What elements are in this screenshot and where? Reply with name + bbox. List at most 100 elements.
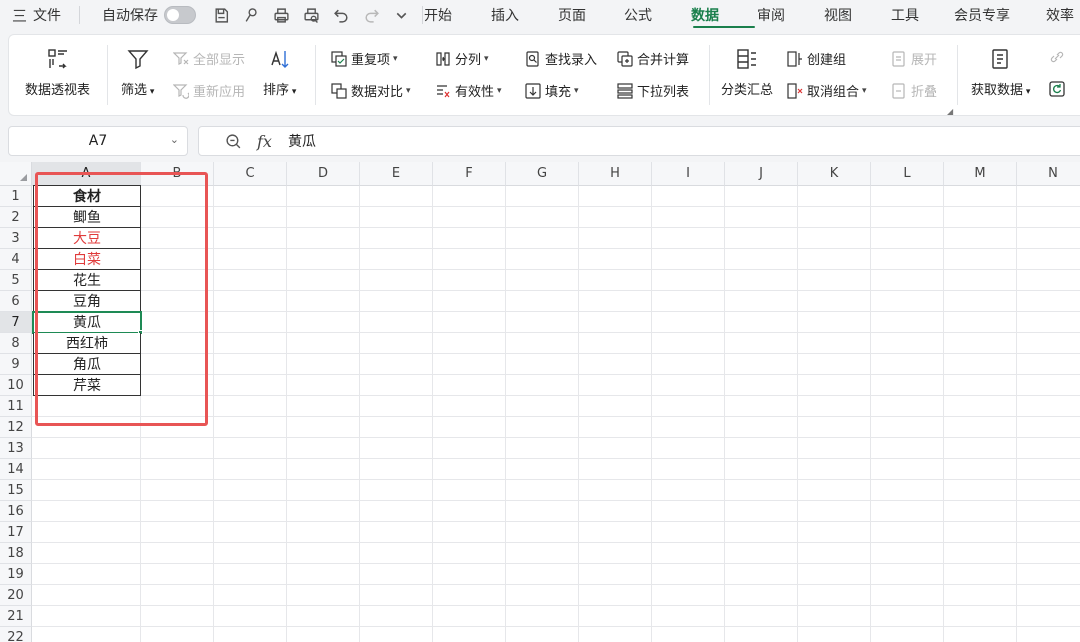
get-data-button[interactable]: 获取数据 ▾ [971, 47, 1030, 98]
tab-home[interactable]: 开始 [424, 0, 491, 30]
undo-icon[interactable] [328, 2, 354, 28]
collapse-button[interactable]: 折叠 [891, 81, 937, 100]
table-cell[interactable]: 大豆 [33, 228, 141, 249]
tab-page[interactable]: 页面 [558, 0, 624, 30]
formula-input[interactable]: fx 黄瓜 [198, 126, 1080, 156]
column-header[interactable]: I [652, 162, 725, 186]
column-header[interactable]: F [433, 162, 506, 186]
column-header-cell[interactable]: 食材 [33, 185, 141, 207]
column-header[interactable]: H [579, 162, 652, 186]
duplicates-button[interactable]: 重复项 ▾ [331, 49, 398, 68]
row-header[interactable]: 10 [0, 375, 32, 396]
column-header[interactable]: E [360, 162, 433, 186]
split-column-label: 分列 [455, 53, 482, 68]
link-button[interactable] [1049, 49, 1065, 65]
table-cell[interactable]: 白菜 [33, 249, 141, 270]
table-cell[interactable]: 豆角 [33, 291, 141, 312]
fill-button[interactable]: 填充 ▾ [525, 81, 579, 100]
row-header[interactable]: 2 [0, 207, 32, 228]
column-header[interactable]: L [871, 162, 944, 186]
create-group-button[interactable]: 创建组 [787, 49, 846, 68]
row-header[interactable]: 7 [0, 312, 32, 333]
row-header[interactable]: 9 [0, 354, 32, 375]
tab-member[interactable]: 会员专享 [954, 0, 1046, 30]
file-menu[interactable]: 三 文件 [0, 5, 71, 26]
row-header[interactable]: 3 [0, 228, 32, 249]
refresh-button[interactable] [1049, 81, 1065, 97]
row-header[interactable]: 20 [0, 585, 32, 606]
data-compare-button[interactable]: 数据对比 ▾ [331, 81, 411, 100]
format-painter-icon[interactable] [238, 2, 264, 28]
row-header[interactable]: 16 [0, 501, 32, 522]
row-header[interactable]: 11 [0, 396, 32, 417]
fx-icon[interactable]: fx [257, 132, 272, 151]
row-header[interactable]: 22 [0, 627, 32, 642]
sort-button[interactable]: 排序 ▾ [263, 47, 296, 98]
show-all-button[interactable]: 全部显示 [173, 49, 245, 68]
tab-tools[interactable]: 工具 [891, 0, 954, 30]
column-header[interactable]: N [1017, 162, 1080, 186]
zoom-icon[interactable] [223, 131, 243, 151]
column-header[interactable]: G [506, 162, 579, 186]
filter-button[interactable]: 筛选 ▾ [121, 47, 154, 98]
ungroup-icon [787, 82, 803, 99]
row-header[interactable]: 17 [0, 522, 32, 543]
row-header[interactable]: 5 [0, 270, 32, 291]
row-header[interactable]: 6 [0, 291, 32, 312]
print-icon[interactable] [268, 2, 294, 28]
row-header[interactable]: 13 [0, 438, 32, 459]
table-cell[interactable]: 花生 [33, 270, 141, 291]
tab-insert[interactable]: 插入 [491, 0, 558, 30]
table-cell[interactable]: 芹菜 [33, 375, 141, 396]
group-options-icon[interactable]: ◢ [947, 107, 953, 116]
column-header[interactable]: K [798, 162, 871, 186]
table-cell[interactable]: 黄瓜 [32, 311, 142, 334]
tab-data[interactable]: 数据 [691, 0, 757, 30]
expand-button[interactable]: 展开 [891, 49, 937, 68]
row-header[interactable]: 1 [0, 186, 32, 207]
dropdown-list-button[interactable]: 下拉列表 [617, 81, 689, 100]
select-all-corner[interactable] [0, 162, 32, 186]
tab-efficiency[interactable]: 效率 [1046, 0, 1080, 30]
column-header[interactable]: M [944, 162, 1017, 186]
spreadsheet-grid[interactable]: A B C D E F G H I J K L M N 1 2 3 4 5 6 7 8 9 10 11 12 13 14 15 16 17 1… [0, 162, 1080, 642]
file-menu-label: 文件 [33, 8, 62, 24]
validity-button[interactable]: 有效性 ▾ [435, 81, 502, 100]
name-box[interactable]: A7 ⌄ [8, 126, 188, 156]
column-header[interactable]: J [725, 162, 798, 186]
row-header[interactable]: 4 [0, 249, 32, 270]
row-header[interactable]: 18 [0, 543, 32, 564]
table-cell[interactable]: 西红柿 [33, 333, 141, 354]
pivot-table-button[interactable]: 数据透视表 [25, 47, 90, 98]
column-header[interactable]: A [32, 162, 141, 186]
tab-review[interactable]: 审阅 [757, 0, 824, 30]
chevron-down-icon[interactable]: ⌄ [170, 133, 179, 146]
row-header[interactable]: 14 [0, 459, 32, 480]
row-header[interactable]: 8 [0, 333, 32, 354]
column-header[interactable]: B [141, 162, 214, 186]
tab-formula[interactable]: 公式 [624, 0, 691, 30]
chevron-down-icon[interactable] [388, 2, 414, 28]
redo-icon[interactable] [358, 2, 384, 28]
tab-view[interactable]: 视图 [824, 0, 891, 30]
reapply-button[interactable]: 重新应用 [173, 81, 245, 100]
row-header[interactable]: 21 [0, 606, 32, 627]
print-preview-icon[interactable] [298, 2, 324, 28]
column-header[interactable]: D [287, 162, 360, 186]
grid-line [286, 186, 287, 642]
divider [107, 45, 108, 105]
row-header[interactable]: 15 [0, 480, 32, 501]
find-entry-button[interactable]: 查找录入 [525, 49, 597, 68]
save-icon[interactable] [208, 2, 234, 28]
merge-calc-button[interactable]: 合并计算 [617, 49, 689, 68]
autosave-toggle[interactable] [164, 6, 197, 24]
ungroup-button[interactable]: 取消组合 ▾ [787, 81, 867, 100]
row-header[interactable]: 19 [0, 564, 32, 585]
column-header[interactable]: C [214, 162, 287, 186]
table-cell[interactable]: 鲫鱼 [33, 207, 141, 228]
autosave-control[interactable]: 自动保存 [88, 5, 208, 25]
row-header[interactable]: 12 [0, 417, 32, 438]
table-cell[interactable]: 角瓜 [33, 354, 141, 375]
split-column-button[interactable]: 分列 ▾ [435, 49, 489, 68]
subtotal-button[interactable]: 分类汇总 [721, 47, 773, 98]
